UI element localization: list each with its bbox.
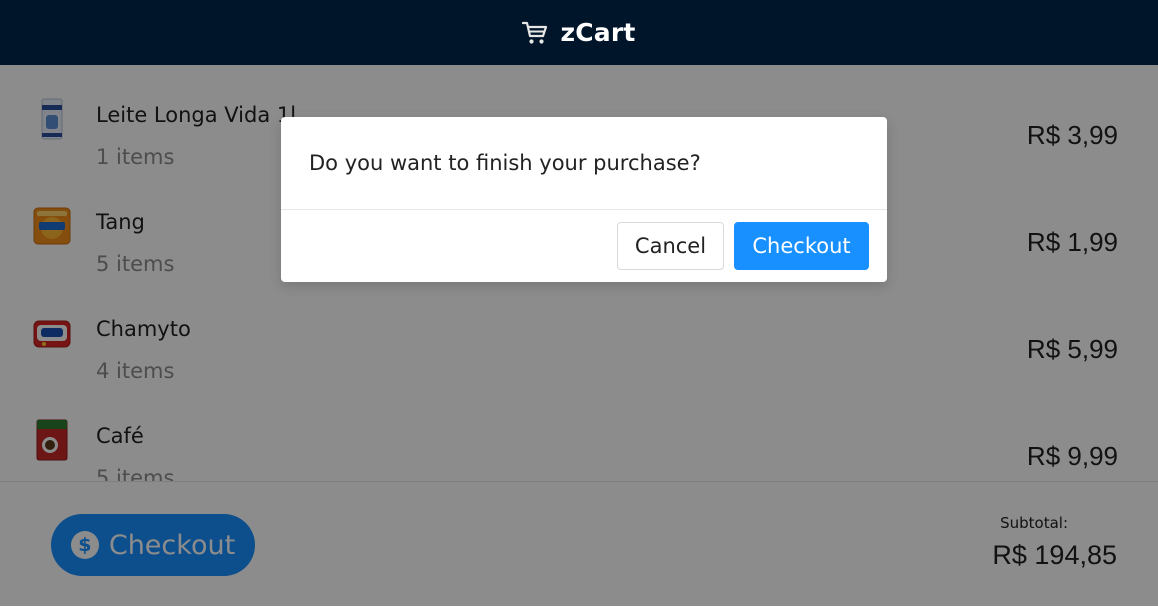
shopping-cart-icon: [522, 21, 548, 45]
confirm-checkout-button[interactable]: Checkout: [734, 222, 869, 270]
app-title: zCart: [560, 18, 636, 47]
app-header: zCart: [0, 0, 1158, 65]
confirm-dialog: Do you want to finish your purchase? Can…: [281, 117, 887, 282]
dialog-divider: [281, 209, 887, 210]
app-logo: zCart: [522, 18, 635, 47]
dialog-question: Do you want to finish your purchase?: [309, 151, 701, 175]
cancel-button[interactable]: Cancel: [617, 222, 724, 270]
